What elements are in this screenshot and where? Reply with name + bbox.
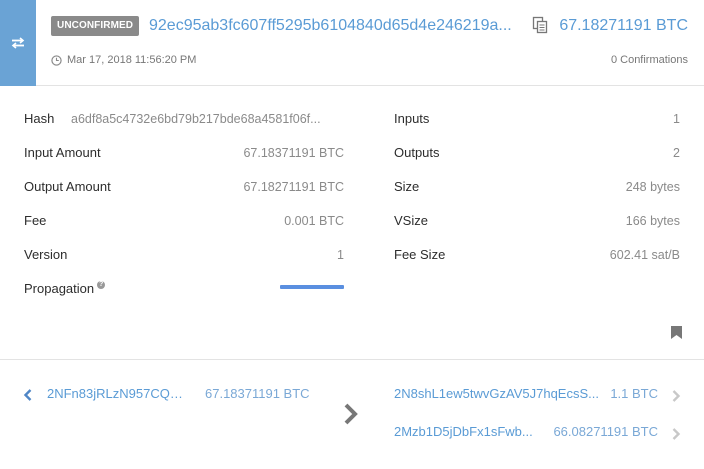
size-value: 248 bytes: [625, 180, 680, 194]
version-label: Version: [24, 247, 68, 262]
outputs-value: 2: [673, 146, 680, 160]
propagation-label: Propagation?: [24, 279, 106, 299]
transaction-date: Mar 17, 2018 11:56:20 PM: [67, 54, 197, 66]
detail-row-inputs: Inputs 1: [394, 109, 680, 129]
bookmark-icon[interactable]: [671, 326, 682, 339]
detail-row-outputs: Outputs 2: [394, 143, 680, 163]
transaction-toggle-tab[interactable]: [0, 0, 36, 86]
confirmations-count: 0 Confirmations: [610, 54, 688, 66]
clock-icon: [51, 55, 62, 66]
copy-icon[interactable]: [532, 16, 548, 34]
inputs-label: Inputs: [394, 111, 430, 126]
output-address-link[interactable]: 2Mzb1D5jDbFx1sFwb...: [394, 422, 544, 442]
status-badge: UNCONFIRMED: [51, 16, 140, 36]
fee-value: 0.001 BTC: [284, 214, 344, 228]
detail-row-vsize: VSize 166 bytes: [394, 211, 680, 231]
transfer-arrows-icon: [11, 37, 25, 49]
output-amount-value: 67.18271191 BTC: [243, 180, 344, 194]
output-amount-label: Output Amount: [24, 179, 111, 194]
detail-row-propagation: Propagation?: [24, 279, 224, 299]
transaction-header: UNCONFIRMED 92ec95ab3fc607ff5295b6104840…: [0, 0, 704, 86]
total-amount: 67.18271191 BTC: [559, 17, 688, 34]
section-divider: [0, 359, 704, 360]
input-amount-label: Input Amount: [24, 145, 101, 160]
fee-size-label: Fee Size: [394, 247, 446, 262]
hash-value[interactable]: a6df8a5c4732e6bd79b217bde68a4581f06f...: [71, 109, 344, 129]
help-icon[interactable]: ?: [97, 281, 106, 289]
detail-row-fee-size: Fee Size 602.41 sat/B: [394, 245, 680, 265]
detail-row-input-amount: Input Amount 67.18371191 BTC: [24, 143, 344, 163]
transaction-id-link[interactable]: 92ec95ab3fc607ff5295b6104840d65d4e246219…: [149, 14, 519, 38]
size-label: Size: [394, 179, 420, 194]
chevron-right-icon[interactable]: [671, 389, 681, 403]
propagation-label-text: Propagation: [24, 281, 95, 296]
detail-row-output-amount: Output Amount 67.18271191 BTC: [24, 177, 344, 197]
vsize-label: VSize: [394, 213, 428, 228]
inputs-value: 1: [673, 112, 680, 126]
propagation-bar: [280, 285, 344, 289]
input-amount: 67.18371191 BTC: [205, 386, 310, 401]
fee-label: Fee: [24, 213, 47, 228]
input-address-link[interactable]: 2NFn83jRLzN957CQcj...: [47, 384, 189, 404]
chevron-right-icon[interactable]: [671, 427, 681, 441]
version-value: 1: [337, 248, 344, 262]
chevron-left-icon[interactable]: [23, 388, 33, 402]
detail-row-hash: Hash a6df8a5c4732e6bd79b217bde68a4581f06…: [24, 109, 344, 129]
output-address-link[interactable]: 2N8shL1ew5twvGzAV5J7hqEcsS...: [394, 384, 600, 404]
detail-row-version: Version 1: [24, 245, 344, 265]
outputs-label: Outputs: [394, 145, 440, 160]
detail-row-size: Size 248 bytes: [394, 177, 680, 197]
chevron-right-arrow-icon: [344, 403, 358, 425]
input-amount-value: 67.18371191 BTC: [243, 146, 344, 160]
output-amount: 66.08271191 BTC: [553, 424, 658, 439]
detail-row-fee: Fee 0.001 BTC: [24, 211, 344, 231]
vsize-value: 166 bytes: [625, 214, 680, 228]
hash-label: Hash: [24, 111, 55, 126]
fee-size-value: 602.41 sat/B: [609, 248, 680, 262]
output-amount: 1.1 BTC: [610, 386, 658, 401]
